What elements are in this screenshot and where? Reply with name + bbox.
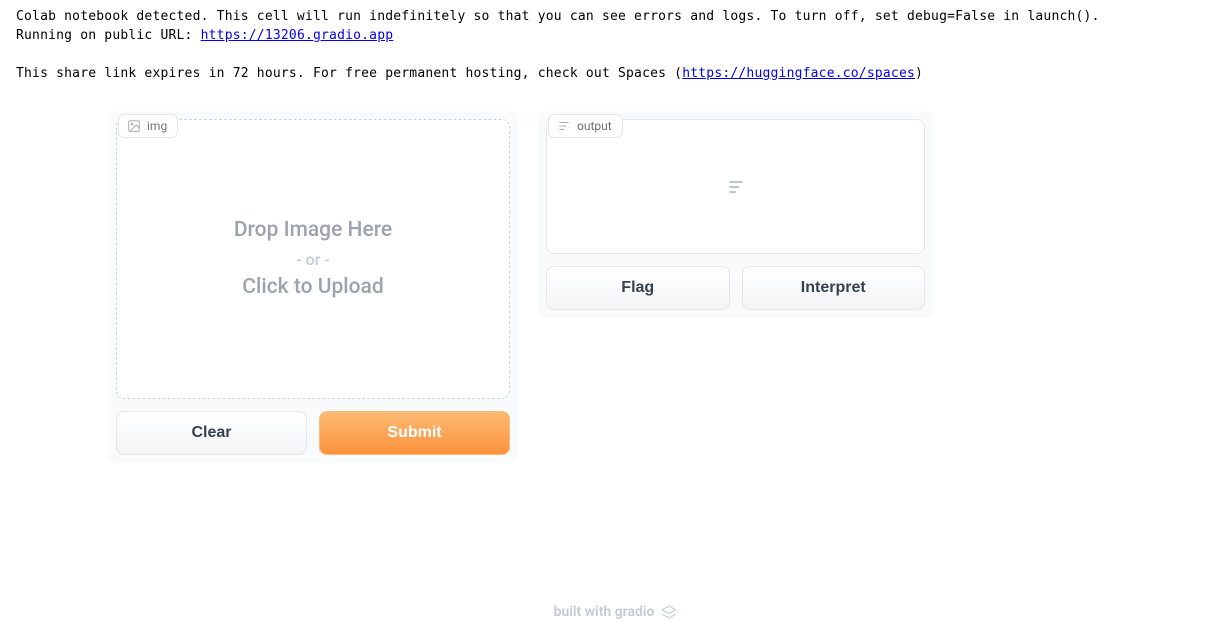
- label-icon: [557, 119, 571, 133]
- footer-text: built with gradio: [554, 604, 655, 620]
- output-button-row: Flag Interpret: [546, 266, 925, 310]
- flag-button[interactable]: Flag: [546, 266, 730, 310]
- image-icon: [127, 119, 141, 133]
- input-panel: img Drop Image Here - or - Click to Uplo…: [108, 111, 518, 463]
- public-url-link[interactable]: https://13206.gradio.app: [201, 28, 394, 43]
- output-panel: output Flag Interpret: [538, 111, 933, 318]
- spaces-url-link[interactable]: https://huggingface.co/spaces: [682, 66, 915, 81]
- click-upload-text: Click to Upload: [242, 271, 383, 305]
- console-line-1: Colab notebook detected. This cell will …: [16, 8, 1216, 27]
- drop-text: Drop Image Here: [234, 214, 392, 248]
- or-text: - or -: [296, 250, 330, 269]
- image-upload-area[interactable]: Drop Image Here - or - Click to Upload: [116, 119, 510, 399]
- input-label: img: [118, 114, 178, 138]
- submit-button[interactable]: Submit: [319, 411, 510, 455]
- console-output: Colab notebook detected. This cell will …: [0, 0, 1232, 91]
- gradio-footer: built with gradio: [0, 603, 1232, 621]
- gradio-logo-icon: [660, 603, 678, 621]
- gradio-app: img Drop Image Here - or - Click to Uplo…: [108, 111, 948, 463]
- label-placeholder-icon: [726, 177, 746, 197]
- console-line-2: Running on public URL: https://13206.gra…: [16, 27, 1216, 46]
- output-display: [546, 119, 925, 254]
- interpret-button[interactable]: Interpret: [742, 266, 926, 310]
- output-label: output: [548, 114, 623, 138]
- clear-button[interactable]: Clear: [116, 411, 307, 455]
- console-line-3: This share link expires in 72 hours. For…: [16, 65, 1216, 84]
- input-button-row: Clear Submit: [116, 411, 510, 455]
